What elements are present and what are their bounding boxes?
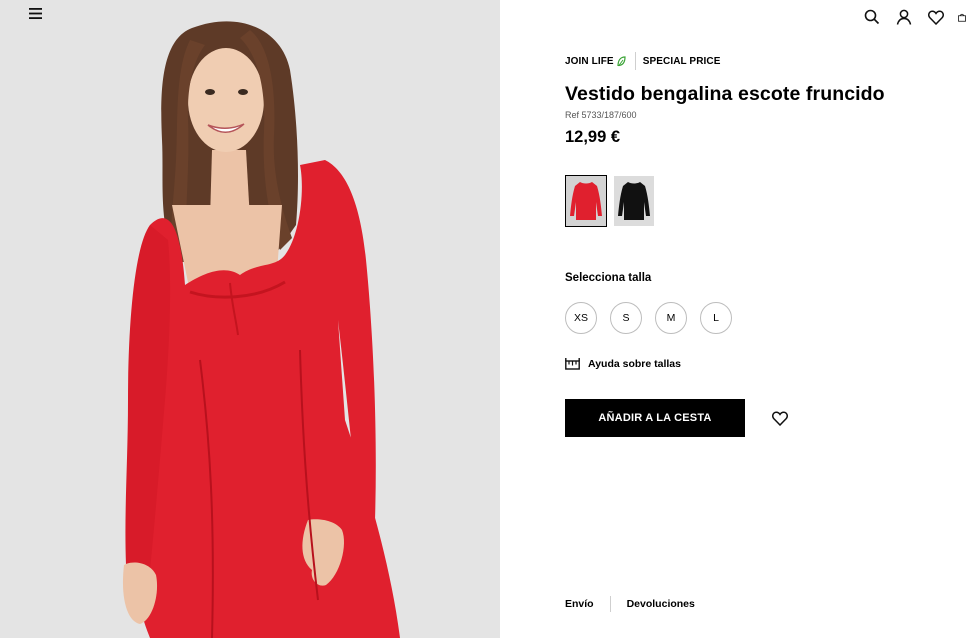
model-photo bbox=[122, 21, 400, 638]
search-button[interactable] bbox=[862, 7, 882, 27]
size-option-s[interactable]: S bbox=[610, 302, 642, 334]
add-to-cart-button[interactable]: AÑADIR A LA CESTA bbox=[565, 399, 745, 437]
color-swatches bbox=[565, 175, 662, 227]
size-help-link[interactable]: Ayuda sobre tallas bbox=[565, 358, 681, 370]
black-dress-thumbnail bbox=[618, 182, 650, 220]
size-select-label: Selecciona talla bbox=[565, 272, 652, 284]
header-actions bbox=[850, 6, 966, 28]
product-title: Vestido bengalina escote fruncido bbox=[565, 83, 885, 105]
product-image bbox=[0, 0, 500, 638]
size-options: XS S M L bbox=[565, 302, 745, 334]
badge-divider bbox=[634, 52, 636, 70]
color-swatch-red[interactable] bbox=[565, 175, 607, 227]
product-price: 12,99 € bbox=[565, 128, 621, 146]
join-life-label: JOIN LIFE bbox=[565, 55, 614, 67]
menu-icon bbox=[29, 8, 42, 19]
shipping-link[interactable]: Envío bbox=[565, 598, 594, 610]
color-swatch-black[interactable] bbox=[614, 176, 654, 226]
ruler-icon bbox=[565, 358, 580, 370]
link-divider bbox=[609, 596, 611, 612]
bag-icon bbox=[958, 13, 966, 22]
account-button[interactable] bbox=[894, 7, 914, 27]
wishlist-button[interactable] bbox=[926, 7, 946, 27]
size-option-xs[interactable]: XS bbox=[565, 302, 597, 334]
special-price-badge: SPECIAL PRICE bbox=[642, 55, 721, 67]
returns-link[interactable]: Devoluciones bbox=[627, 598, 695, 610]
cart-button[interactable] bbox=[958, 7, 966, 27]
add-to-wishlist-button[interactable] bbox=[771, 409, 789, 427]
size-help-label: Ayuda sobre tallas bbox=[588, 358, 681, 370]
product-badges: JOIN LIFE SPECIAL PRICE bbox=[565, 52, 721, 70]
user-icon bbox=[896, 9, 912, 25]
size-option-m[interactable]: M bbox=[655, 302, 687, 334]
red-dress-thumbnail bbox=[570, 182, 602, 220]
info-links: Envío Devoluciones bbox=[565, 596, 695, 612]
size-option-l[interactable]: L bbox=[700, 302, 732, 334]
menu-button[interactable] bbox=[29, 8, 47, 24]
heart-icon bbox=[928, 9, 944, 25]
leaf-icon bbox=[617, 55, 626, 66]
heart-icon bbox=[772, 410, 788, 426]
product-ref: Ref 5733/187/600 bbox=[565, 110, 637, 120]
join-life-badge: JOIN LIFE bbox=[565, 56, 635, 67]
search-icon bbox=[864, 9, 880, 25]
